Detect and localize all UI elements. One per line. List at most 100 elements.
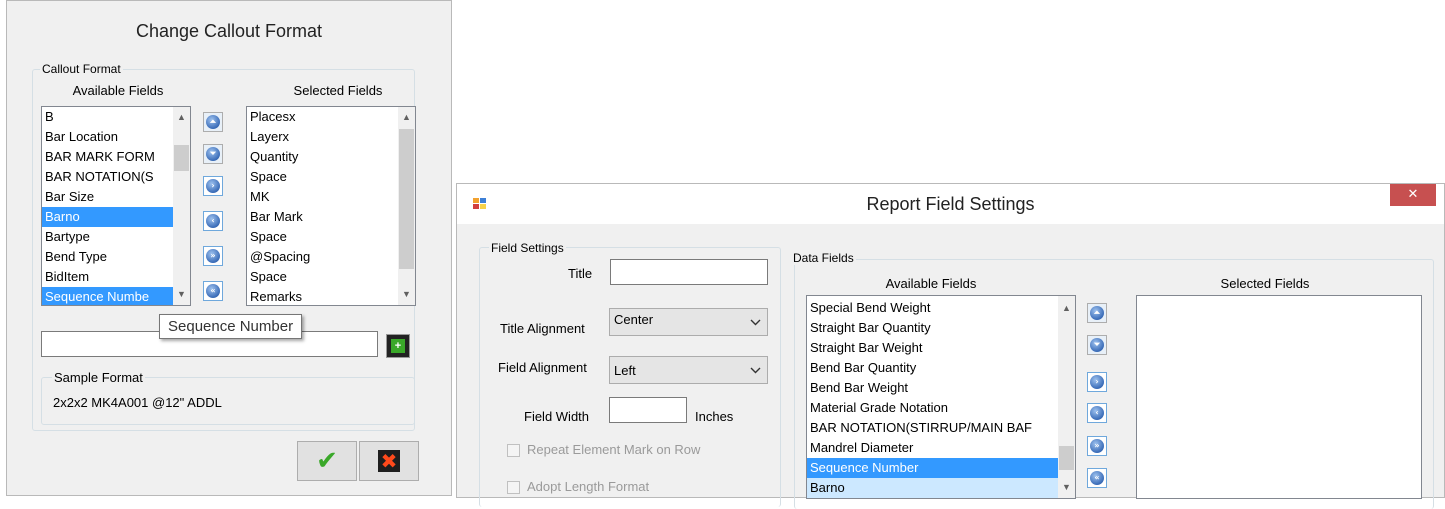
selected-fields-header: Selected Fields <box>1220 276 1310 291</box>
available-fields-list[interactable]: Special Bend Weight Straight Bar Quantity… <box>806 295 1076 499</box>
list-item[interactable]: B <box>42 107 173 127</box>
list-item[interactable]: Bend Bar Weight <box>807 378 1058 398</box>
list-item[interactable]: Bend Type <box>42 247 173 267</box>
change-callout-format-dialog: Change Callout Format Callout Format Ava… <box>6 0 452 496</box>
selected-scrollbar[interactable]: ▲ ▼ <box>398 107 415 305</box>
add-all-button[interactable]: » <box>203 246 223 266</box>
field-width-input[interactable] <box>609 397 687 423</box>
build-format-icon: + <box>391 339 405 353</box>
available-scrollbar[interactable]: ▲ ▼ <box>173 107 190 305</box>
scroll-up-icon[interactable]: ▲ <box>173 109 190 126</box>
add-all-icon: » <box>206 249 220 263</box>
remove-all-button[interactable]: « <box>203 281 223 301</box>
title-label: Title <box>568 266 593 281</box>
list-item[interactable]: Remarks <box>247 287 398 305</box>
list-item[interactable]: BAR MARK FORM <box>42 147 173 167</box>
selected-fields-list[interactable]: Placesx Layerx Quantity Space MK Bar Mark Spac… <box>246 106 416 306</box>
close-icon: ✕ <box>1407 187 1419 202</box>
field-tooltip: Sequence Number <box>159 314 303 339</box>
add-field-button[interactable]: › <box>203 176 223 196</box>
list-item[interactable]: Material Grade Notation <box>807 398 1058 418</box>
scroll-up-icon[interactable]: ▲ <box>398 109 415 126</box>
scroll-thumb[interactable] <box>399 129 414 269</box>
data-fields-label: Data Fields <box>791 251 856 265</box>
add-right-icon: › <box>1090 375 1104 389</box>
list-item[interactable]: Bar Location <box>42 127 173 147</box>
move-bottom-button[interactable]: ⏷ <box>1087 335 1107 355</box>
remove-field-button[interactable]: ‹ <box>203 211 223 231</box>
list-item[interactable]: Barno <box>807 478 1058 498</box>
list-item[interactable]: Sequence Numbe <box>42 287 173 305</box>
report-field-settings-dialog: Report Field Settings ✕ Field Settings T… <box>456 183 1445 509</box>
scroll-down-icon[interactable]: ▼ <box>1058 479 1075 496</box>
sample-format-label: Sample Format <box>52 370 145 385</box>
list-item[interactable]: Mandrel Diameter <box>807 438 1058 458</box>
list-item[interactable]: Bar Mark <box>247 207 398 227</box>
list-item[interactable]: Special Bend Weight <box>807 298 1058 318</box>
list-item[interactable]: Layerx <box>247 127 398 147</box>
list-item[interactable]: Placesx <box>247 107 398 127</box>
repeat-element-mark-label: Repeat Element Mark on Row <box>527 442 701 457</box>
move-bottom-icon: ⏷ <box>206 147 220 161</box>
available-fields-header: Available Fields <box>885 276 977 291</box>
remove-field-button[interactable]: ‹ <box>1087 403 1107 423</box>
available-fields-list[interactable]: B Bar Location BAR MARK FORM BAR NOTATION(S… <box>41 106 191 306</box>
remove-all-icon: « <box>1090 471 1104 485</box>
inches-label: Inches <box>695 409 734 424</box>
list-item[interactable]: Bend Bar Quantity <box>807 358 1058 378</box>
remove-left-icon: ‹ <box>1090 406 1104 420</box>
list-item[interactable]: Space <box>247 267 398 287</box>
list-item[interactable]: Space <box>247 167 398 187</box>
list-item[interactable]: Quantity <box>247 147 398 167</box>
field-alignment-label: Field Alignment <box>498 360 587 375</box>
list-item[interactable]: Bartype <box>42 227 173 247</box>
list-item[interactable]: Sequence Number <box>807 458 1058 478</box>
add-all-button[interactable]: » <box>1087 436 1107 456</box>
ok-button[interactable]: ✔ <box>297 441 357 481</box>
selected-fields-list[interactable] <box>1136 295 1422 499</box>
list-item[interactable]: @Spacing <box>247 247 398 267</box>
remove-left-icon: ‹ <box>206 214 220 228</box>
list-item[interactable]: BAR NOTATION(STIRRUP/MAIN BAF <box>807 418 1058 438</box>
move-top-button[interactable]: ⏶ <box>203 112 223 132</box>
add-right-icon: › <box>206 179 220 193</box>
scroll-up-icon[interactable]: ▲ <box>1058 300 1075 317</box>
move-top-icon: ⏶ <box>206 115 220 129</box>
field-width-label: Field Width <box>524 409 590 424</box>
scroll-thumb[interactable] <box>1059 446 1074 470</box>
scroll-down-icon[interactable]: ▼ <box>398 286 415 303</box>
list-item[interactable]: Straight Bar Quantity <box>807 318 1058 338</box>
cancel-button[interactable]: ✖ <box>359 441 419 481</box>
callout-format-label: Callout Format <box>40 62 123 76</box>
repeat-element-mark-checkbox[interactable] <box>507 444 520 457</box>
adopt-length-format-label: Adopt Length Format <box>527 479 650 494</box>
close-button[interactable]: ✕ <box>1390 184 1436 206</box>
move-top-button[interactable]: ⏶ <box>1087 303 1107 323</box>
move-bottom-icon: ⏷ <box>1090 338 1104 352</box>
add-all-icon: » <box>1090 439 1104 453</box>
available-scrollbar[interactable]: ▲ ▼ <box>1058 296 1075 498</box>
title-alignment-select[interactable]: Center <box>609 308 768 336</box>
add-field-button[interactable]: › <box>1087 372 1107 392</box>
dialog-title: Change Callout Format <box>135 21 323 41</box>
list-item[interactable]: Barno <box>42 207 173 227</box>
list-item[interactable]: Space <box>247 227 398 247</box>
title-input[interactable] <box>610 259 768 285</box>
field-alignment-select[interactable]: Left <box>609 356 768 384</box>
list-item[interactable]: BidItem <box>42 267 173 287</box>
move-top-icon: ⏶ <box>1090 306 1104 320</box>
adopt-length-format-checkbox[interactable] <box>507 481 520 494</box>
field-alignment-value: Left <box>614 363 636 378</box>
title-alignment-value: Center <box>614 312 654 327</box>
scroll-down-icon[interactable]: ▼ <box>173 286 190 303</box>
list-item[interactable]: BAR NOTATION(S <box>42 167 173 187</box>
move-bottom-button[interactable]: ⏷ <box>203 144 223 164</box>
remove-all-icon: « <box>206 284 220 298</box>
build-format-button[interactable]: + <box>386 334 410 358</box>
list-item[interactable]: Straight Bar Weight <box>807 338 1058 358</box>
list-item[interactable]: Bar Size <box>42 187 173 207</box>
list-item[interactable]: MK <box>247 187 398 207</box>
available-fields-header: Available Fields <box>72 83 164 98</box>
remove-all-button[interactable]: « <box>1087 468 1107 488</box>
scroll-thumb[interactable] <box>174 145 189 171</box>
